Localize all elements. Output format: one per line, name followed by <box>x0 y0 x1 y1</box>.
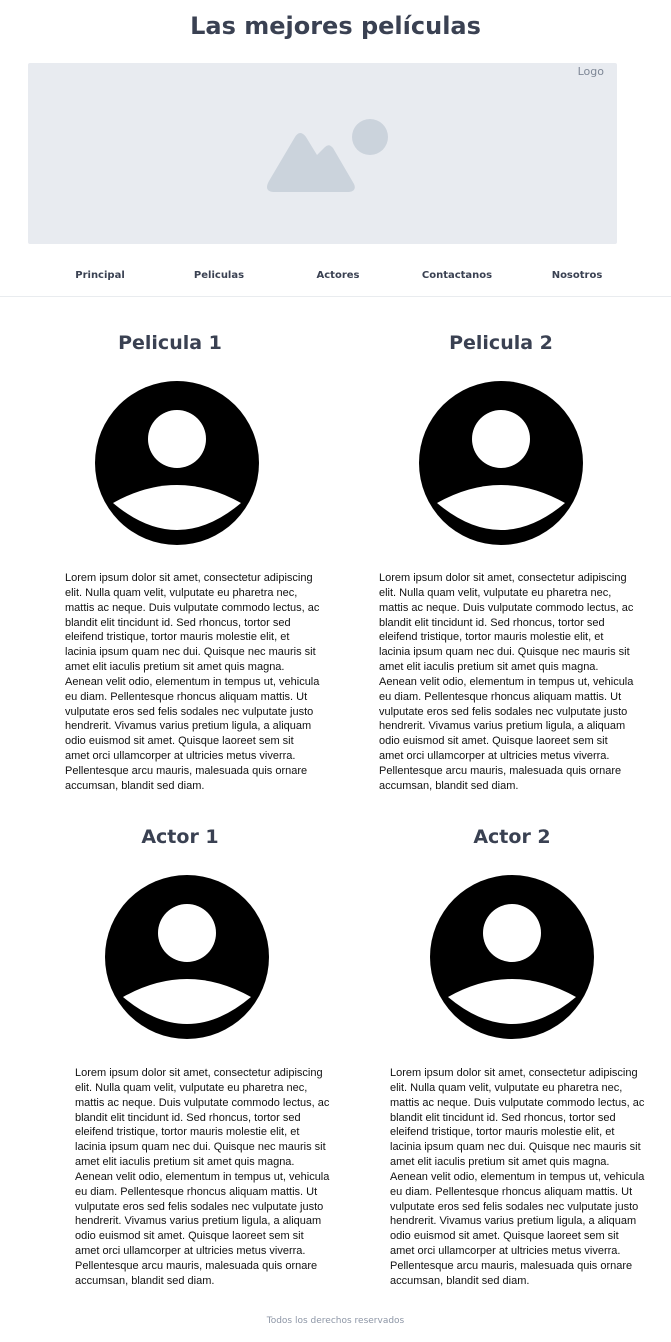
card-description: Lorem ipsum dolor sit amet, consectetur … <box>379 572 634 792</box>
actor-card-1: Actor 1 Lorem ipsum dolor sit amet, cons… <box>30 826 330 1287</box>
user-avatar-icon <box>419 381 583 545</box>
card-title: Actor 2 <box>473 826 551 848</box>
image-placeholder-icon <box>267 119 388 192</box>
main-nav: Principal Peliculas Actores Contactanos … <box>0 268 671 297</box>
movie-card-1: Pelicula 1 Lorem ipsum dolor sit amet, c… <box>20 332 320 792</box>
user-avatar-icon <box>430 875 594 1039</box>
card-description: Lorem ipsum dolor sit amet, consectetur … <box>390 1067 645 1287</box>
footer-text: Todos los derechos reservados <box>266 1316 405 1326</box>
page-title: Las mejores películas <box>190 12 481 40</box>
user-avatar-icon <box>105 875 269 1039</box>
actor-card-2: Actor 2 Lorem ipsum dolor sit amet, cons… <box>362 826 662 1287</box>
card-description: Lorem ipsum dolor sit amet, consectetur … <box>75 1067 330 1287</box>
card-description: Lorem ipsum dolor sit amet, consectetur … <box>65 572 320 792</box>
banner-image: Logo <box>28 63 617 244</box>
card-title: Pelicula 1 <box>118 332 222 354</box>
logo-label: Logo <box>577 65 604 78</box>
nav-item-contactanos[interactable]: Contactanos <box>422 270 492 281</box>
nav-item-nosotros[interactable]: Nosotros <box>552 270 603 281</box>
nav-item-peliculas[interactable]: Peliculas <box>194 270 244 281</box>
user-avatar-icon <box>95 381 259 545</box>
nav-item-actores[interactable]: Actores <box>317 270 360 281</box>
card-title: Actor 1 <box>141 826 219 848</box>
movie-card-2: Pelicula 2 Lorem ipsum dolor sit amet, c… <box>351 332 651 792</box>
card-title: Pelicula 2 <box>449 332 553 354</box>
nav-item-principal[interactable]: Principal <box>75 270 125 281</box>
